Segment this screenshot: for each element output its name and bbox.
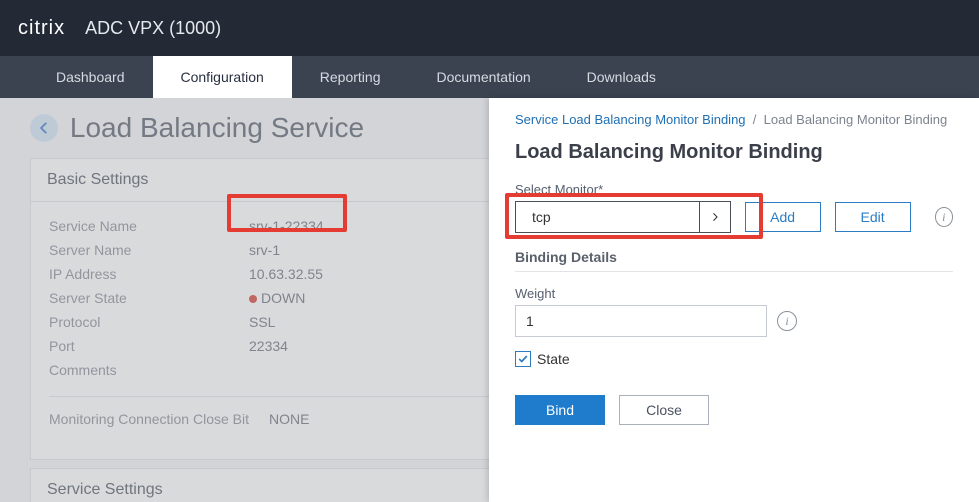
breadcrumb-current: Load Balancing Monitor Binding	[764, 112, 948, 127]
monitor-binding-panel: Service Load Balancing Monitor Binding /…	[489, 98, 979, 502]
label-protocol: Protocol	[49, 314, 249, 330]
label-service-name: Service Name	[49, 218, 249, 234]
status-dot-icon	[249, 295, 257, 303]
value-server-state-text: DOWN	[261, 290, 305, 306]
label-server-name: Server Name	[49, 242, 249, 258]
back-arrow-icon[interactable]	[30, 114, 58, 142]
info-icon[interactable]: i	[935, 207, 953, 227]
label-server-state: Server State	[49, 290, 249, 306]
brand-logo: citrix	[18, 17, 65, 40]
state-checkbox[interactable]	[515, 351, 531, 367]
breadcrumb-sep: /	[753, 112, 757, 127]
state-checkbox-label: State	[537, 351, 570, 367]
info-icon[interactable]: i	[777, 311, 797, 331]
top-bar: citrix ADC VPX (1000)	[0, 0, 979, 56]
close-button[interactable]: Close	[619, 395, 709, 425]
select-monitor-picker[interactable]: tcp	[515, 201, 731, 233]
select-monitor-label: Select Monitor*	[515, 182, 953, 197]
breadcrumb-link[interactable]: Service Load Balancing Monitor Binding	[515, 112, 746, 127]
chevron-right-icon[interactable]	[699, 202, 730, 232]
value-server-state: DOWN	[249, 290, 305, 306]
value-port: 22334	[249, 338, 288, 354]
panel-title: Load Balancing Monitor Binding	[515, 141, 953, 164]
nav-dashboard[interactable]: Dashboard	[28, 56, 153, 98]
value-server-name: srv-1	[249, 242, 280, 258]
add-button[interactable]: Add	[745, 202, 821, 232]
value-service-name: srv-1-22334	[249, 218, 324, 234]
nav-downloads[interactable]: Downloads	[559, 56, 684, 98]
label-ip-address: IP Address	[49, 266, 249, 282]
edit-button[interactable]: Edit	[835, 202, 911, 232]
value-mon-close-bit: NONE	[269, 411, 309, 427]
brand-logo-text: citrix	[18, 17, 65, 39]
bind-button[interactable]: Bind	[515, 395, 605, 425]
primary-nav: Dashboard Configuration Reporting Docume…	[0, 56, 979, 98]
product-name: ADC VPX (1000)	[85, 18, 221, 39]
content-area: Load Balancing Service Basic Settings Se…	[0, 98, 979, 502]
select-monitor-value: tcp	[532, 209, 551, 225]
nav-configuration[interactable]: Configuration	[153, 56, 292, 98]
value-protocol: SSL	[249, 314, 275, 330]
nav-documentation[interactable]: Documentation	[408, 56, 558, 98]
nav-reporting[interactable]: Reporting	[292, 56, 409, 98]
label-port: Port	[49, 338, 249, 354]
weight-input[interactable]	[515, 305, 767, 337]
label-comments: Comments	[49, 362, 249, 378]
page-title: Load Balancing Service	[70, 112, 364, 144]
binding-details-header: Binding Details	[515, 249, 953, 272]
label-mon-close-bit: Monitoring Connection Close Bit	[49, 411, 269, 427]
breadcrumb: Service Load Balancing Monitor Binding /…	[515, 112, 953, 127]
weight-label: Weight	[515, 286, 953, 301]
value-ip-address: 10.63.32.55	[249, 266, 323, 282]
